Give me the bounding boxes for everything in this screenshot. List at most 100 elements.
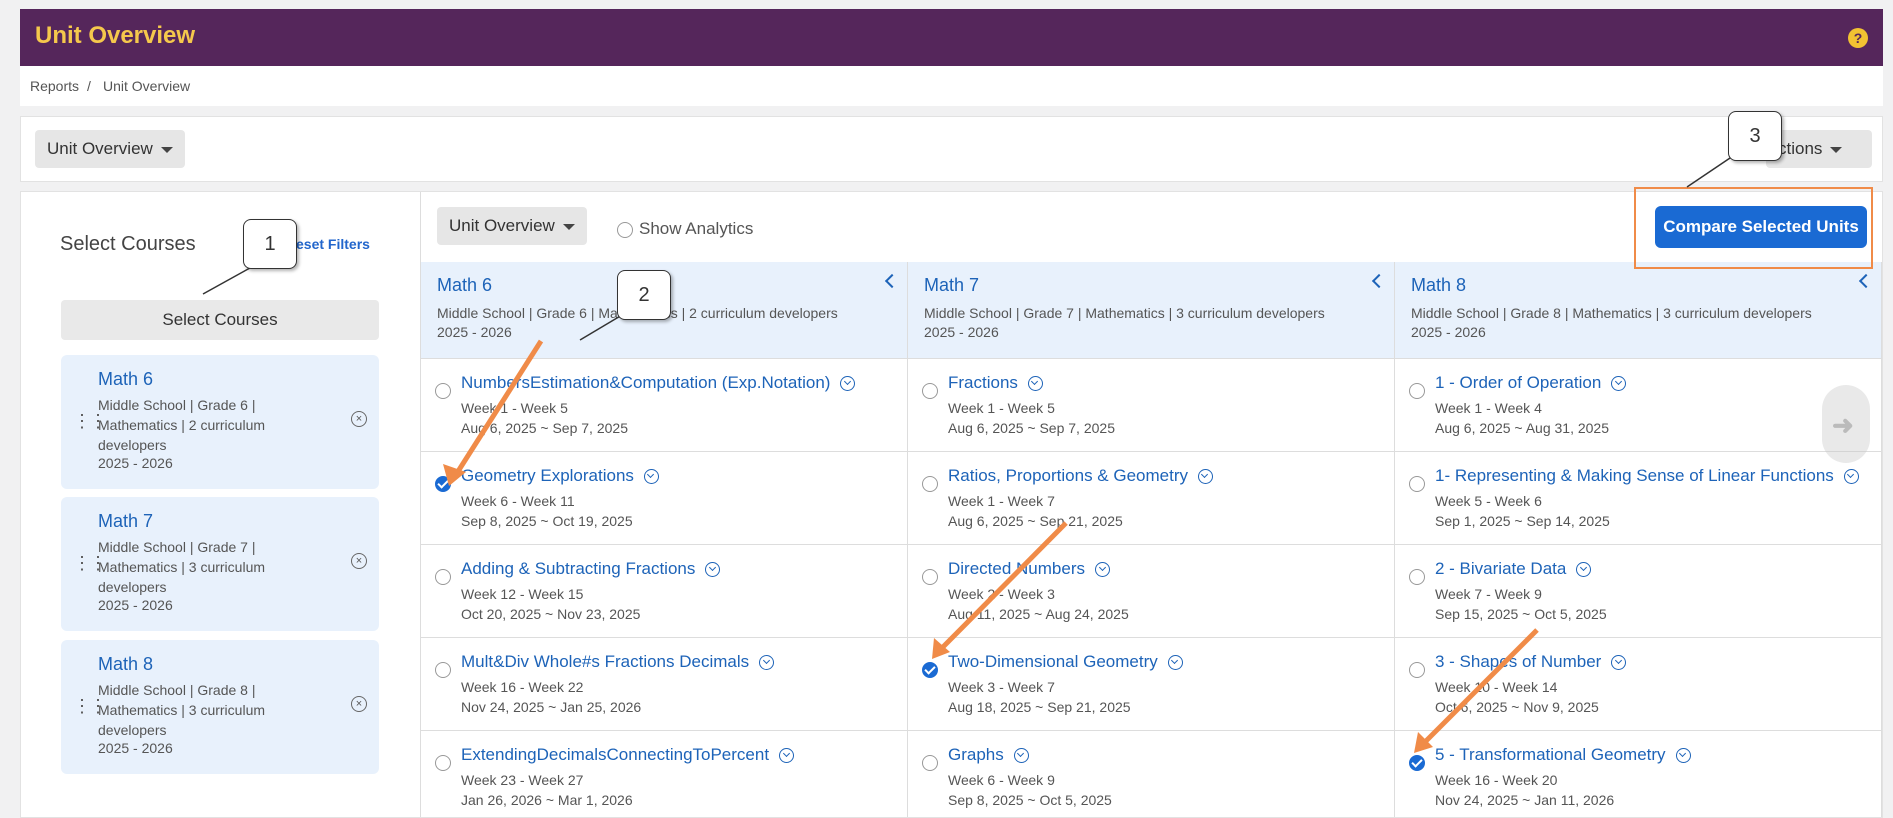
unit-weeks: Week 6 - Week 9	[948, 772, 1055, 788]
breadcrumb: Reports / Unit Overview	[20, 66, 1883, 106]
unit-name-label[interactable]: 2 - Bivariate Data	[1435, 559, 1566, 578]
unit-name-label[interactable]: 1- Representing & Making Sense of Linear…	[1435, 466, 1834, 485]
unit-name[interactable]: Geometry Explorations	[461, 466, 659, 486]
unit-select-checkbox[interactable]	[922, 755, 938, 771]
expand-chevron-icon[interactable]	[643, 469, 659, 485]
reset-filters-link[interactable]: eset Filters	[296, 236, 370, 252]
unit-row: 1- Representing & Making Sense of Linear…	[1395, 452, 1881, 545]
expand-chevron-icon[interactable]	[1027, 376, 1043, 392]
collapse-chevron-icon[interactable]	[884, 273, 900, 289]
column-course-year: 2025 - 2026	[1411, 324, 1486, 340]
unit-name-label[interactable]: 1 - Order of Operation	[1435, 373, 1601, 392]
unit-name[interactable]: 3 - Shapes of Number	[1435, 652, 1627, 672]
unit-select-checkbox[interactable]	[1409, 662, 1425, 678]
course-year: 2025 - 2026	[98, 597, 173, 613]
unit-select-checkbox[interactable]	[922, 569, 938, 585]
sidebar-title: Select Courses	[60, 233, 196, 255]
unit-name[interactable]: Graphs	[948, 745, 1029, 765]
column-course-name[interactable]: Math 8	[1411, 275, 1466, 296]
unit-select-checkbox[interactable]	[435, 569, 451, 585]
unit-row: Adding & Subtracting Fractions Week 12 - …	[421, 545, 907, 638]
unit-name[interactable]: Fractions	[948, 373, 1043, 393]
expand-chevron-icon[interactable]	[1167, 655, 1183, 671]
unit-name-label[interactable]: Geometry Explorations	[461, 466, 634, 485]
unit-name-label[interactable]: Two-Dimensional Geometry	[948, 652, 1158, 671]
unit-weeks: Week 10 - Week 14	[1435, 679, 1558, 695]
expand-chevron-icon[interactable]	[759, 655, 775, 671]
expand-chevron-icon[interactable]	[1095, 562, 1110, 578]
expand-chevron-icon[interactable]	[1611, 655, 1627, 671]
unit-name-label[interactable]: Fractions	[948, 373, 1018, 392]
collapse-chevron-icon[interactable]	[1858, 273, 1874, 289]
unit-weeks: Week 3 - Week 7	[948, 679, 1055, 695]
column-course-year: 2025 - 2026	[924, 324, 999, 340]
unit-weeks: Week 2 - Week 3	[948, 586, 1055, 602]
scroll-right-button[interactable]: ➜	[1822, 385, 1870, 463]
expand-chevron-icon[interactable]	[705, 562, 721, 578]
course-card-math7[interactable]: ⋮⋮ Math 7 Middle School | Grade 7 | Math…	[61, 497, 379, 631]
expand-chevron-icon[interactable]	[779, 748, 795, 764]
expand-chevron-icon[interactable]	[1013, 748, 1029, 764]
expand-chevron-icon[interactable]	[1843, 469, 1859, 485]
unit-row: ExtendingDecimalsConnectingToPercent Week…	[421, 731, 907, 817]
unit-name-label[interactable]: NumbersEstimation&Computation (Exp.Notat…	[461, 373, 830, 392]
unit-name-label[interactable]: Mult&Div Whole#s Fractions Decimals	[461, 652, 749, 671]
unit-name-label[interactable]: Ratios, Proportions & Geometry	[948, 466, 1188, 485]
column-course-name[interactable]: Math 6	[437, 275, 492, 296]
expand-chevron-icon[interactable]	[1675, 748, 1691, 764]
unit-select-checkbox[interactable]	[1409, 383, 1425, 399]
unit-select-checkbox[interactable]	[435, 662, 451, 678]
collapse-chevron-icon[interactable]	[1371, 273, 1387, 289]
unit-name[interactable]: Adding & Subtracting Fractions	[461, 559, 721, 579]
unit-dates: Aug 6, 2025 ~ Aug 31, 2025	[1435, 420, 1609, 436]
remove-course-icon[interactable]: ×	[351, 411, 367, 427]
unit-name-label[interactable]: Adding & Subtracting Fractions	[461, 559, 695, 578]
unit-select-checkbox[interactable]	[922, 662, 938, 678]
unit-name-label[interactable]: 5 - Transformational Geometry	[1435, 745, 1666, 764]
unit-name[interactable]: Ratios, Proportions & Geometry	[948, 466, 1213, 486]
unit-name-label[interactable]: ExtendingDecimalsConnectingToPercent	[461, 745, 769, 764]
view-dropdown[interactable]: Unit Overview	[35, 130, 185, 168]
unit-view-dropdown[interactable]: Unit Overview	[437, 207, 587, 245]
course-desc: Middle School | Grade 7 | Mathematics | …	[98, 539, 266, 595]
unit-name[interactable]: Directed Numbers	[948, 559, 1110, 579]
unit-name-label[interactable]: Graphs	[948, 745, 1004, 764]
unit-name[interactable]: Two-Dimensional Geometry	[948, 652, 1183, 672]
unit-name[interactable]: 1- Representing & Making Sense of Linear…	[1435, 466, 1859, 486]
unit-name[interactable]: 1 - Order of Operation	[1435, 373, 1627, 393]
help-icon[interactable]: ?	[1848, 28, 1868, 48]
expand-chevron-icon[interactable]	[1197, 469, 1213, 485]
course-card-math6[interactable]: ⋮⋮ Math 6 Middle School | Grade 6 | Math…	[61, 355, 379, 489]
expand-chevron-icon[interactable]	[1611, 376, 1627, 392]
unit-row: Directed Numbers Week 2 - Week 3 Aug 11, 2…	[908, 545, 1394, 638]
column-course-name[interactable]: Math 7	[924, 275, 979, 296]
unit-name-label[interactable]: Directed Numbers	[948, 559, 1085, 578]
unit-name[interactable]: 5 - Transformational Geometry	[1435, 745, 1691, 765]
select-courses-button[interactable]: Select Courses	[61, 300, 379, 340]
unit-select-checkbox[interactable]	[435, 476, 451, 492]
expand-chevron-icon[interactable]	[840, 376, 856, 392]
course-card-math8[interactable]: ⋮⋮ Math 8 Middle School | Grade 8 | Math…	[61, 640, 379, 774]
unit-name[interactable]: ExtendingDecimalsConnectingToPercent	[461, 745, 795, 765]
unit-row: Mult&Div Whole#s Fractions Decimals Week …	[421, 638, 907, 731]
expand-chevron-icon[interactable]	[1576, 562, 1592, 578]
unit-select-checkbox[interactable]	[1409, 755, 1425, 771]
show-analytics-toggle[interactable]: Show Analytics	[617, 219, 753, 239]
unit-select-checkbox[interactable]	[435, 755, 451, 771]
unit-weeks: Week 1 - Week 5	[461, 400, 568, 416]
remove-course-icon[interactable]: ×	[351, 696, 367, 712]
unit-select-checkbox[interactable]	[922, 383, 938, 399]
unit-name[interactable]: NumbersEstimation&Computation (Exp.Notat…	[461, 373, 856, 393]
unit-select-checkbox[interactable]	[435, 383, 451, 399]
unit-name[interactable]: Mult&Div Whole#s Fractions Decimals	[461, 652, 775, 672]
show-analytics-radio[interactable]	[617, 221, 633, 238]
remove-course-icon[interactable]: ×	[351, 553, 367, 569]
unit-select-checkbox[interactable]	[922, 476, 938, 492]
unit-select-checkbox[interactable]	[1409, 569, 1425, 585]
unit-row: 2 - Bivariate Data Week 7 - Week 9 Sep 15,…	[1395, 545, 1881, 638]
unit-name[interactable]: 2 - Bivariate Data	[1435, 559, 1592, 579]
breadcrumb-reports[interactable]: Reports	[30, 78, 79, 94]
unit-dates: Sep 15, 2025 ~ Oct 5, 2025	[1435, 606, 1607, 622]
unit-name-label[interactable]: 3 - Shapes of Number	[1435, 652, 1601, 671]
unit-select-checkbox[interactable]	[1409, 476, 1425, 492]
